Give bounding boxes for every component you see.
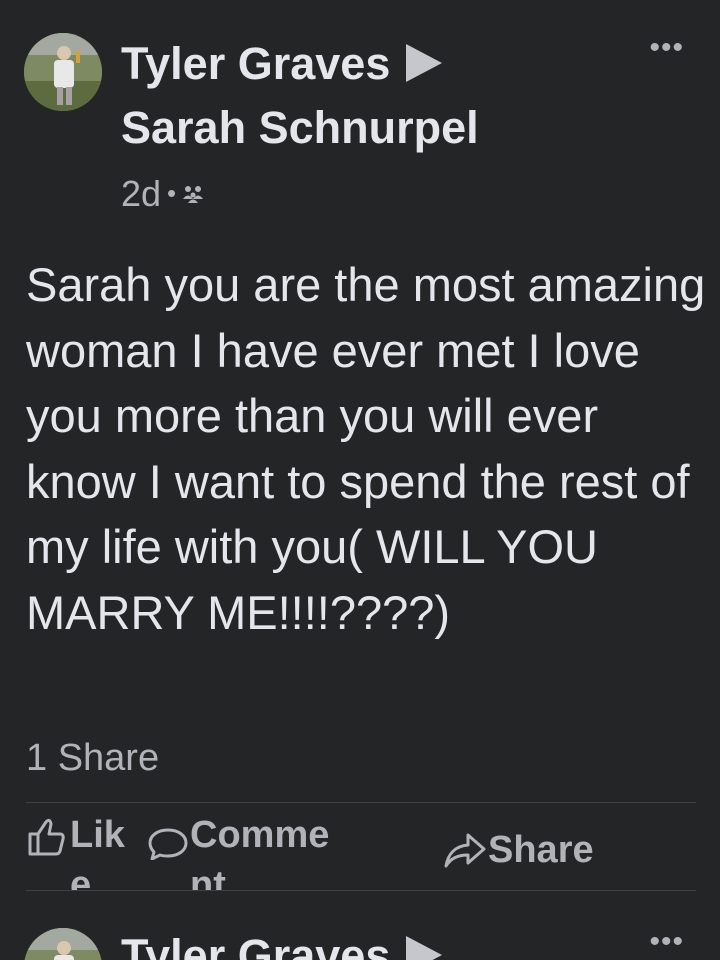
triangle-right-icon (406, 936, 443, 960)
post-meta: 2d • (121, 170, 206, 216)
avatar-photo (24, 928, 102, 960)
share-arrow-icon (444, 833, 486, 868)
share-button[interactable]: Share (442, 825, 594, 875)
divider (26, 890, 696, 891)
avatar[interactable] (24, 928, 102, 960)
share-label: Share (488, 829, 594, 871)
author-name[interactable]: Tyler Graves (121, 38, 390, 89)
share-count[interactable]: 1 Share (26, 734, 159, 782)
like-button[interactable]: Like (26, 810, 146, 890)
feed: Tyler Graves Sarah Schnurpel 2d • ••• Sar… (0, 0, 720, 960)
comment-icon (148, 828, 188, 860)
post-header-line1: Tyler Graves (121, 38, 443, 90)
post-text: Sarah you are the most amazing woman I h… (26, 258, 706, 639)
thumbs-up-icon (28, 818, 65, 856)
comment-button[interactable]: Comment (146, 810, 376, 890)
avatar[interactable] (24, 33, 102, 111)
post-header-line1: Tyler Graves (121, 930, 443, 960)
triangle-right-icon (406, 44, 443, 82)
author-name[interactable]: Tyler Graves (121, 930, 390, 960)
meta-separator: • (167, 178, 177, 208)
avatar-photo (24, 33, 102, 111)
comment-label: Comment (190, 814, 330, 890)
post-time[interactable]: 2d (121, 173, 161, 214)
like-label: Like (70, 814, 125, 890)
divider (26, 802, 696, 803)
friends-icon (182, 170, 206, 214)
more-options-icon[interactable]: ••• (649, 33, 684, 63)
more-options-icon[interactable]: ••• (649, 927, 684, 957)
recipient-name[interactable]: Sarah Schnurpel (121, 102, 479, 154)
